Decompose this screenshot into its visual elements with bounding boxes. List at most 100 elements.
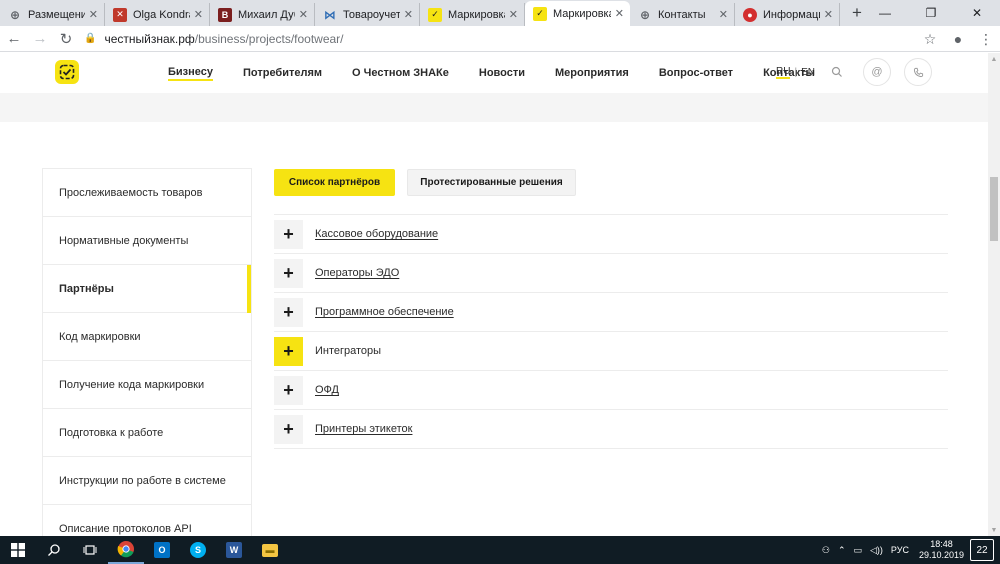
sidebar-item-partners[interactable]: Партнёры <box>43 265 251 313</box>
browser-tab[interactable]: ⊕ Размещение с ✕ <box>0 3 105 26</box>
sidebar-item-regulations[interactable]: Нормативные документы <box>43 217 251 265</box>
maximize-icon[interactable]: ❐ <box>908 0 954 26</box>
close-icon[interactable]: ✕ <box>89 8 98 21</box>
browser-tab[interactable]: ⊕ Контакты ✕ <box>630 3 735 26</box>
profile-icon[interactable]: ● <box>944 31 972 47</box>
browser-tab[interactable]: ● Информацио ✕ <box>735 3 840 26</box>
network-icon[interactable]: ▭ <box>853 545 862 556</box>
task-view-icon[interactable] <box>72 536 108 564</box>
sidebar-item-traceability[interactable]: Прослеживаемость товаров <box>43 169 251 217</box>
search-icon[interactable] <box>823 58 851 86</box>
nav-news[interactable]: Новости <box>479 67 525 79</box>
browser-tab[interactable]: B Михаил Дуби ✕ <box>210 3 315 26</box>
reload-icon[interactable]: ↻ <box>54 27 78 51</box>
scroll-down-icon[interactable]: ▼ <box>988 524 1000 536</box>
plus-icon[interactable]: + <box>274 297 303 327</box>
search-icon[interactable] <box>36 536 72 564</box>
accordion-label[interactable]: Операторы ЭДО <box>315 267 399 279</box>
globe-icon: ⊕ <box>639 7 651 22</box>
bookmark-star-icon[interactable]: ☆ <box>916 31 944 48</box>
close-window-icon[interactable]: ✕ <box>954 0 1000 26</box>
browser-tab[interactable]: ⋈ Товароучетн ✕ <box>315 3 420 26</box>
close-icon[interactable]: ✕ <box>404 8 413 21</box>
chestny-znak-logo[interactable] <box>55 60 79 84</box>
sidebar-item-get-code[interactable]: Получение кода маркировки <box>43 361 251 409</box>
plus-icon[interactable]: + <box>274 219 303 249</box>
nav-business[interactable]: Бизнесу <box>168 66 213 81</box>
site-header: Бизнесу Потребителям О Честном ЗНАКе Нов… <box>0 53 988 93</box>
people-icon[interactable]: ⚇ <box>822 545 830 556</box>
accordion-row[interactable]: + ОФД <box>274 371 948 410</box>
file-explorer-icon[interactable]: ▬ <box>252 536 288 564</box>
browser-tab[interactable]: ✕ Olga Kondraty ✕ <box>105 3 210 26</box>
menu-kebab-icon[interactable]: ⋮ <box>972 31 1000 48</box>
red-badge-icon: ● <box>743 7 757 22</box>
tab-title: Olga Kondraty <box>133 8 190 21</box>
cross-icon: ✕ <box>113 7 127 22</box>
outlook-icon[interactable]: O <box>144 536 180 564</box>
close-icon[interactable]: ✕ <box>509 8 518 21</box>
tab-title: Михаил Дуби <box>238 8 295 21</box>
keyboard-language[interactable]: РУС <box>891 545 909 555</box>
windows-taskbar: O S W ▬ ⚇ ⌃ ▭ ◁)) РУС 18:48 29.10.2019 2… <box>0 536 1000 564</box>
close-icon[interactable]: ✕ <box>299 8 308 21</box>
scroll-up-icon[interactable]: ▲ <box>988 53 1000 65</box>
nav-consumers[interactable]: Потребителям <box>243 67 322 79</box>
accordion-row-hovered[interactable]: + Интеграторы <box>274 332 948 371</box>
accordion-row[interactable]: + Кассовое оборудование <box>274 215 948 254</box>
browser-tab[interactable]: ✓ Маркировка ✕ <box>420 3 525 26</box>
tab-title: Маркировка <box>553 7 611 20</box>
sidebar-item-preparation[interactable]: Подготовка к работе <box>43 409 251 457</box>
minimize-icon[interactable]: — <box>862 0 908 26</box>
breadcrumb-band <box>0 93 988 122</box>
page-scrollbar[interactable]: ▲ ▼ <box>988 53 1000 536</box>
tray-chevron-icon[interactable]: ⌃ <box>838 545 846 556</box>
tab-partners-list[interactable]: Список партнёров <box>274 169 395 196</box>
phone-icon[interactable] <box>904 58 932 86</box>
accordion-label[interactable]: Интеграторы <box>315 345 381 357</box>
close-icon[interactable]: ✕ <box>719 8 728 21</box>
plus-icon[interactable]: + <box>274 258 303 288</box>
plus-icon[interactable]: + <box>274 336 303 366</box>
sidebar-item-api[interactable]: Описание протоколов API <box>43 505 251 538</box>
clock-time: 18:48 <box>930 539 953 549</box>
clock[interactable]: 18:48 29.10.2019 <box>919 539 964 561</box>
windows-start-icon[interactable] <box>0 536 36 564</box>
back-icon[interactable]: ← <box>2 27 26 51</box>
close-icon[interactable]: ✕ <box>615 7 624 20</box>
accordion-row[interactable]: + Операторы ЭДО <box>274 254 948 293</box>
nav-faq[interactable]: Вопрос-ответ <box>659 67 733 79</box>
word-icon[interactable]: W <box>216 536 252 564</box>
accordion-label[interactable]: ОФД <box>315 384 339 396</box>
nav-about[interactable]: О Честном ЗНАКе <box>352 67 449 79</box>
skype-icon[interactable]: S <box>180 536 216 564</box>
tab-tested-solutions[interactable]: Протестированные решения <box>407 169 576 196</box>
accordion-label[interactable]: Программное обеспечение <box>315 306 454 318</box>
main-nav: Бизнесу Потребителям О Честном ЗНАКе Нов… <box>168 53 845 93</box>
language-switcher: RU | EN <box>776 66 815 79</box>
lang-en[interactable]: EN <box>801 67 815 78</box>
accordion-row[interactable]: + Принтеры этикеток <box>274 410 948 449</box>
sidebar-item-marking-code[interactable]: Код маркировки <box>43 313 251 361</box>
lang-ru[interactable]: RU <box>776 66 791 79</box>
sidebar-item-instructions[interactable]: Инструкции по работе в системе <box>43 457 251 505</box>
close-icon[interactable]: ✕ <box>824 8 833 21</box>
email-icon[interactable]: @ <box>863 58 891 86</box>
partner-tabs: Список партнёров Протестированные решени… <box>274 169 576 196</box>
nav-events[interactable]: Мероприятия <box>555 67 629 79</box>
forward-icon[interactable]: → <box>28 27 52 51</box>
toolbar-right: ☆ ● ⋮ <box>916 26 1000 52</box>
chrome-icon[interactable] <box>108 536 144 564</box>
accordion-row[interactable]: + Программное обеспечение <box>274 293 948 332</box>
address-bar[interactable]: 🔒 честныйзнак.рф/business/projects/footw… <box>84 29 944 49</box>
scrollbar-thumb[interactable] <box>990 177 998 241</box>
browser-tab-active[interactable]: ✓ Маркировка ✕ <box>525 1 630 26</box>
plus-icon[interactable]: + <box>274 375 303 405</box>
accordion-label[interactable]: Кассовое оборудование <box>315 228 438 240</box>
accordion-label[interactable]: Принтеры этикеток <box>315 423 412 435</box>
plus-icon[interactable]: + <box>274 414 303 444</box>
tab-title: Размещение с <box>28 8 85 21</box>
close-icon[interactable]: ✕ <box>194 8 203 21</box>
volume-icon[interactable]: ◁)) <box>870 545 883 556</box>
notifications-icon[interactable]: 22 <box>970 539 994 561</box>
